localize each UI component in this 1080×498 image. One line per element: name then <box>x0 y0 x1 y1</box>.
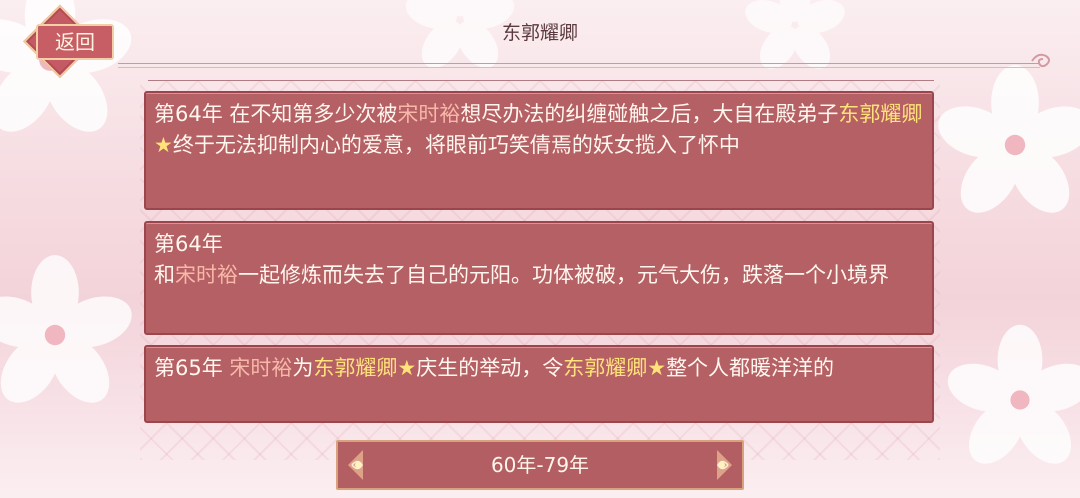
year-range-label: 60年-79年 <box>490 453 590 477</box>
entry-text: 整个人都暖洋洋的 <box>666 356 835 380</box>
character-name: 宋时裕 <box>229 356 293 380</box>
entry-text: 第64年 <box>154 232 223 256</box>
entry-text: 第64年 在不知第多少次被 <box>154 102 398 126</box>
blossom-decoration <box>938 65 1080 213</box>
entry-text: 和 <box>154 263 175 287</box>
character-name: 宋时裕 <box>175 263 238 287</box>
blossom-decoration <box>0 255 132 403</box>
entry-text: 为 <box>292 356 314 380</box>
event-entry: 第65年 宋时裕为东郭耀卿★庆生的举动，令东郭耀卿★整个人都暖洋洋的 <box>144 345 934 423</box>
header-divider <box>118 67 1040 68</box>
protagonist-name: 东郭耀卿★ <box>563 356 667 380</box>
entry-text: 想尽办法的纠缠碰触之后，大自在殿弟子 <box>460 102 839 126</box>
list-top-divider <box>148 80 934 81</box>
entry-text: 庆生的举动，令 <box>416 356 564 380</box>
character-name: 宋时裕 <box>397 102 461 126</box>
page-title: 东郭耀卿 <box>501 22 578 44</box>
protagonist-name: 东郭耀卿★ <box>313 356 417 380</box>
ornament-corner-icon <box>717 450 732 480</box>
header-divider <box>118 63 1040 64</box>
entry-text: 终于无法抑制内心的爱意，将眼前巧笑倩焉的妖女揽入了怀中 <box>172 133 740 157</box>
event-entry: 第64年 在不知第多少次被宋时裕想尽办法的纠缠碰触之后，大自在殿弟子东郭耀卿★终… <box>144 91 934 210</box>
entry-text: 第65年 <box>154 356 230 380</box>
swirl-icon <box>1031 53 1050 68</box>
year-range-button[interactable]: 60年-79年 <box>336 440 744 490</box>
event-entry: 第64年和宋时裕一起修炼而失去了自己的元阳。功体被破，元气大伤，跌落一个小境界 <box>144 221 934 335</box>
entry-text: 一起修炼而失去了自己的元阳。功体被破，元气大伤，跌落一个小境界 <box>238 263 889 287</box>
blossom-decoration <box>947 324 1080 464</box>
